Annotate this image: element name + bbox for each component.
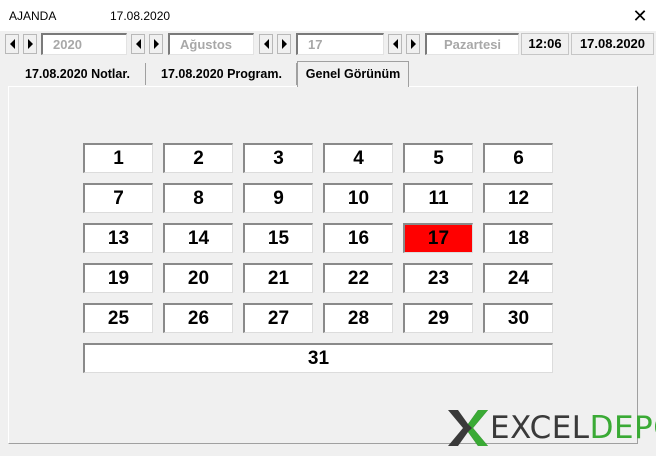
year-prev-button[interactable] [5,34,19,54]
day-cell-10[interactable]: 10 [323,183,393,213]
day-cell-21[interactable]: 21 [243,263,313,293]
window-title: AJANDA [9,9,57,23]
date-toolbar: 2020 Ağustos 17 Pazartesi 12:06 17.08.20… [0,31,656,57]
day-cell-12[interactable]: 12 [483,183,553,213]
day-cell-30[interactable]: 30 [483,303,553,333]
current-date-display: 17.08.2020 [571,33,654,55]
clock-display: 12:06 [521,33,569,55]
month-prev-button[interactable] [131,34,145,54]
day-cell-26[interactable]: 26 [163,303,233,333]
day-cell-20[interactable]: 20 [163,263,233,293]
day-cell-18[interactable]: 18 [483,223,553,253]
x-logo-icon [448,410,488,446]
year-field[interactable]: 2020 [41,33,127,55]
day-cell-22[interactable]: 22 [323,263,393,293]
logo-text-excel: EXCEL [490,410,590,446]
title-bar: AJANDA 17.08.2020 ✕ [0,0,656,31]
window-title-date: 17.08.2020 [110,9,171,23]
day-cell-1[interactable]: 1 [83,143,153,173]
tab-notes[interactable]: 17.08.2020 Notlar. [10,63,146,85]
day-cell-16[interactable]: 16 [323,223,393,253]
triangle-left-icon [392,39,398,49]
triangle-right-icon [410,39,416,49]
day-cell-17[interactable]: 17 [403,223,473,253]
close-icon[interactable]: ✕ [626,4,654,28]
day-cell-9[interactable]: 9 [243,183,313,213]
day-cell-13[interactable]: 13 [83,223,153,253]
triangle-left-icon [135,39,141,49]
day-cell-4[interactable]: 4 [323,143,393,173]
logo-wordmark: EXCELDEPO [490,409,656,447]
day-cell-29[interactable]: 29 [403,303,473,333]
day-cell-24[interactable]: 24 [483,263,553,293]
triangle-right-icon [27,39,33,49]
excel-depo-logo: EXCELDEPO [446,406,656,450]
day-cell-28[interactable]: 28 [323,303,393,333]
day-cell-25[interactable]: 25 [83,303,153,333]
triangle-left-icon [263,39,269,49]
triangle-right-icon [281,39,287,49]
triangle-left-icon [9,39,15,49]
tab-program[interactable]: 17.08.2020 Program. [147,63,297,85]
weekday-field[interactable]: Pazartesi [425,33,519,55]
day-cell-23[interactable]: 23 [403,263,473,293]
month-next-button[interactable] [149,34,163,54]
triangle-right-icon [153,39,159,49]
day-cell-5[interactable]: 5 [403,143,473,173]
weekday-next-button[interactable] [406,34,420,54]
day-cell-7[interactable]: 7 [83,183,153,213]
day-cell-8[interactable]: 8 [163,183,233,213]
day-cell-2[interactable]: 2 [163,143,233,173]
day-cell-15[interactable]: 15 [243,223,313,253]
tab-overview[interactable]: Genel Görünüm [297,61,409,87]
day-cell-27[interactable]: 27 [243,303,313,333]
year-next-button[interactable] [23,34,37,54]
day-cell-19[interactable]: 19 [83,263,153,293]
weekday-prev-button[interactable] [388,34,402,54]
day-cell-31[interactable]: 31 [83,343,553,373]
month-field[interactable]: Ağustos [168,33,254,55]
day-field[interactable]: 17 [296,33,384,55]
day-prev-button[interactable] [259,34,273,54]
day-cell-11[interactable]: 11 [403,183,473,213]
day-next-button[interactable] [277,34,291,54]
logo-text-depo: DEPO [589,410,656,446]
day-cell-6[interactable]: 6 [483,143,553,173]
day-cell-3[interactable]: 3 [243,143,313,173]
day-cell-14[interactable]: 14 [163,223,233,253]
